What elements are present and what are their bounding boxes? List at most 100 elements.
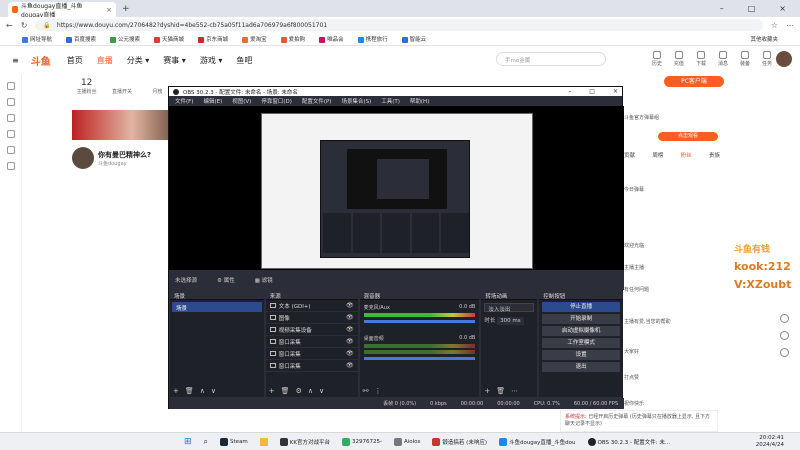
scene-item[interactable]: 场景 [172,302,262,312]
equip-button[interactable]: 装备 [740,51,750,67]
top-icon[interactable] [780,348,789,357]
rank-button[interactable]: 点击观看 [658,132,718,141]
system-clock[interactable]: 20:02:41 2024/4/24 [756,435,796,449]
down-icon[interactable]: ∨ [211,387,216,395]
more-icon[interactable]: ⋮ [374,387,381,395]
windows-start-icon[interactable]: ⊞ [184,437,192,447]
stop-streaming-button[interactable]: 停止直播 [542,302,621,312]
maximize-icon[interactable]: □ [748,4,756,13]
obs-menu-item[interactable]: 场景集合(S) [341,97,371,105]
start-recording-button[interactable]: 开始录制 [542,314,621,324]
obs-menu-item[interactable]: 帮助(H) [410,97,429,105]
source-item[interactable]: 图像 👁 [265,312,358,324]
source-item[interactable]: 窗口采集 👁 [265,348,358,360]
exit-button[interactable]: 退出 [542,362,621,372]
studio-mode-button[interactable]: 工作室模式 [542,338,621,348]
bookmark-item[interactable]: 京东商城 [198,35,228,43]
user-avatar[interactable] [776,51,792,67]
sidebar-icon[interactable] [6,114,15,122]
bookmark-item[interactable]: 公元搜索 [110,35,140,43]
nav-home[interactable]: 首页 [67,55,83,66]
remove-icon[interactable]: 🗑 [185,387,194,395]
refresh-icon[interactable]: ↻ [21,21,28,30]
obs-menu-item[interactable]: 工具(T) [381,97,400,105]
message-button[interactable]: 消息 [718,51,728,67]
tab-fans[interactable]: 粉丝 [681,151,692,159]
close-tab-icon[interactable]: × [106,6,112,14]
obs-close-icon[interactable]: × [613,88,618,95]
bookmark-item[interactable]: 爱拍购 [280,35,305,43]
search-icon[interactable]: ⌕ [204,437,208,447]
volume-slider[interactable] [363,357,476,360]
download-button[interactable]: 下载 [696,51,706,67]
bookmark-item[interactable]: 百度搜索 [66,35,96,43]
taskbar-app[interactable]: Aiolos [394,437,420,446]
bookmark-item[interactable]: 网址导航 [22,35,52,43]
anchor-avatar[interactable] [72,147,94,169]
taskbar-app[interactable]: OBS 30.2.3 - 配置文件: 未... [587,437,670,446]
bookmark-item[interactable]: 智能云 [401,35,426,43]
menu-icon[interactable]: ≡ [12,56,19,65]
taskbar-app[interactable]: 32976725- [342,437,382,446]
settings-icon[interactable]: ⚙ [296,387,302,395]
transition-select[interactable]: 淡入淡出 [484,303,535,313]
star-icon[interactable]: ☆ [771,21,778,30]
folder-icon[interactable] [259,437,268,446]
filters-button[interactable]: ▦ 滤镜 [255,276,273,284]
nav-category[interactable]: 分类 ▾ [127,55,150,66]
taskbar-app[interactable]: KK官方对战平台 [279,437,330,446]
source-item[interactable]: 文本 (GDI+) 👁 [265,300,358,312]
close-window-icon[interactable]: × [779,4,786,13]
down-icon[interactable]: ∨ [319,387,324,395]
bookmark-item[interactable]: 天猫商城 [154,35,184,43]
nav-events[interactable]: 赛事 ▾ [163,55,186,66]
remove-icon[interactable]: 🗑 [496,387,505,395]
stat-live[interactable]: 直播开关 [107,78,136,104]
history-button[interactable]: 历史 [652,51,662,67]
anchor-name[interactable]: 斗鱼dougay [98,160,151,167]
browser-tab[interactable]: 斗鱼dougay直播_斗鱼dougay直播 × [8,2,116,19]
add-icon[interactable]: + [269,387,275,395]
obs-menu-item[interactable]: 停靠窗口(D) [261,97,292,105]
recharge-button[interactable]: 充值 [674,51,684,67]
obs-minimize-icon[interactable]: – [568,88,571,95]
obs-menu-item[interactable]: 视图(V) [232,97,251,105]
properties-button[interactable]: ⚙ 属性 [217,276,235,284]
duration-input[interactable]: 300 ms [497,317,524,325]
remove-icon[interactable]: 🗑 [281,387,290,395]
obs-menu-item[interactable]: 配置文件(P) [302,97,332,105]
new-tab-icon[interactable]: + [122,4,130,14]
sidebar-icon[interactable] [6,130,15,138]
volume-slider[interactable] [363,320,476,323]
bookmark-item[interactable]: 唯品会 [319,35,344,43]
obs-maximize-icon[interactable]: □ [589,88,595,95]
pc-client-button[interactable]: PC客户端 [664,76,724,87]
up-icon[interactable]: ∧ [200,387,205,395]
tab-weekly[interactable]: 周榜 [652,151,663,159]
up-icon[interactable]: ∧ [308,387,313,395]
nav-live[interactable]: 直播 [97,55,113,66]
add-icon[interactable]: + [173,387,179,395]
search-input[interactable]: 手mo金属 [496,52,606,66]
nav-fishbar[interactable]: 鱼吧 [236,55,252,66]
douyu-logo[interactable]: 斗鱼 [31,53,51,68]
tab-noble[interactable]: 贵族 [709,151,720,159]
sidebar-icon[interactable] [6,146,15,154]
minimize-icon[interactable]: – [720,4,724,13]
bookmark-item[interactable]: 爱淘宝 [242,35,267,43]
task-button[interactable]: 任务 [762,51,772,67]
obs-menu-item[interactable]: 编辑(E) [203,97,222,105]
room-banner[interactable] [72,110,172,140]
taskbar-app[interactable]: 锻造搞若 (未响应) [432,437,487,446]
source-item[interactable]: 窗口采集 👁 [265,360,358,372]
sidebar-icon[interactable] [6,98,15,106]
link-icon[interactable]: ⚯ [363,387,369,395]
stat-fans[interactable]: 12 主播粉丝 [72,78,101,104]
nav-games[interactable]: 游戏 ▾ [200,55,223,66]
more-icon[interactable]: ⋯ [511,387,518,395]
add-icon[interactable]: + [484,387,490,395]
taskbar-app[interactable]: Steam [220,437,248,446]
obs-menu-item[interactable]: 文件(F) [175,97,193,105]
url-field[interactable]: 🔒 https://www.douyu.com/2706482?dyshid=4… [35,19,763,31]
extensions-icon[interactable]: ⋯ [786,21,794,30]
